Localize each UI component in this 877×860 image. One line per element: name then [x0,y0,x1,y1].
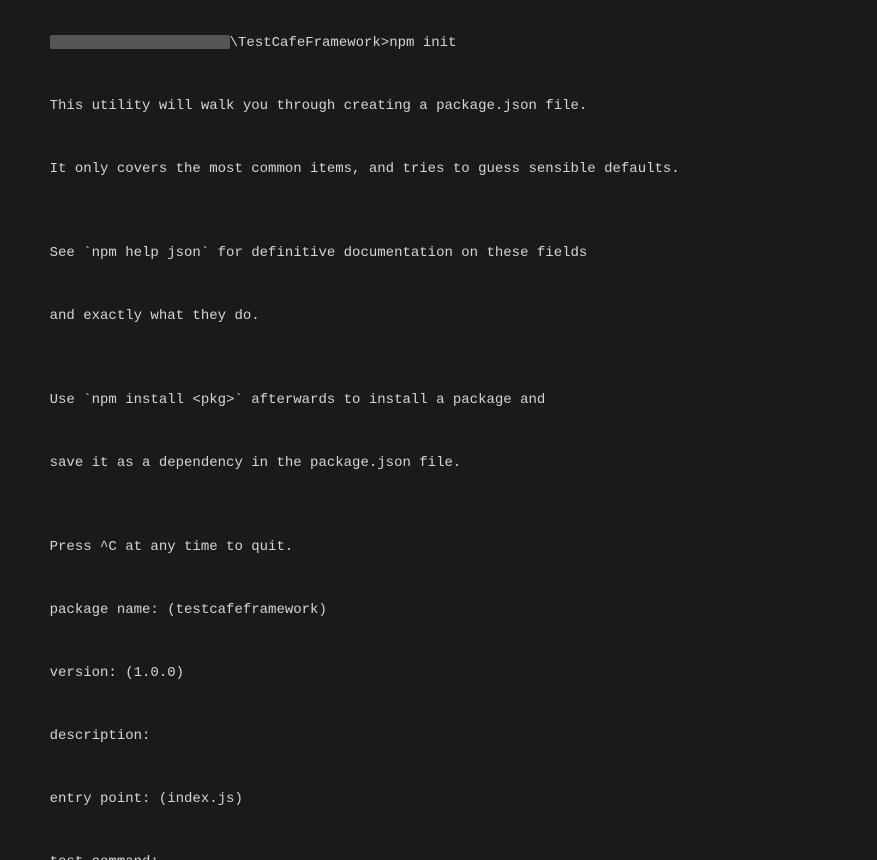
prompt-text: \TestCafeFramework>npm init [230,35,457,51]
terminal-line-4: See `npm help json` for definitive docum… [16,222,861,285]
terminal-line-5: and exactly what they do. [16,285,861,348]
terminal-line-8: save it as a dependency in the package.j… [16,432,861,495]
terminal-line-13: description: [16,705,861,768]
terminal-window: \TestCafeFramework>npm init This utility… [0,0,877,860]
terminal-line-1: This utility will walk you through creat… [16,75,861,138]
empty-line-2 [16,348,861,369]
terminal-line-11: package name: (testcafeframework) [16,579,861,642]
redacted-path-1 [50,35,230,49]
terminal-line-12: version: (1.0.0) [16,642,861,705]
empty-line-1 [16,201,861,222]
terminal-line-prompt: \TestCafeFramework>npm init [16,12,861,75]
terminal-line-14: entry point: (index.js) [16,768,861,831]
empty-line-3 [16,495,861,516]
terminal-line-10: Press ^C at any time to quit. [16,516,861,579]
terminal-line-7: Use `npm install <pkg>` afterwards to in… [16,369,861,432]
terminal-line-2: It only covers the most common items, an… [16,138,861,201]
terminal-line-15: test command: [16,831,861,860]
